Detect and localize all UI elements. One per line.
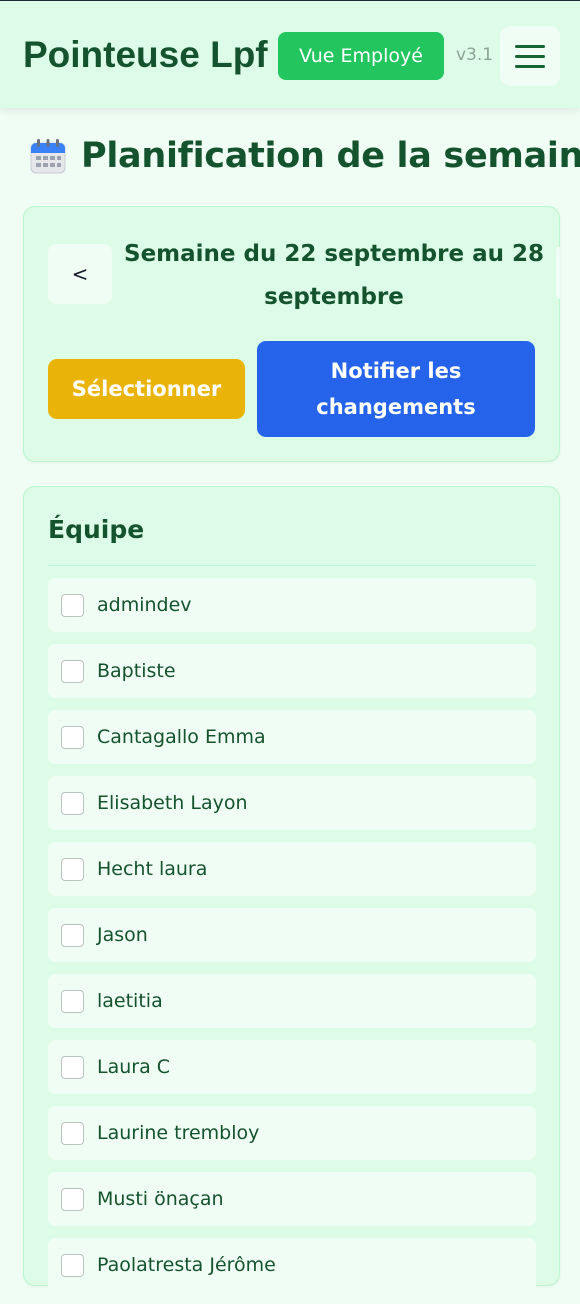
version-label: v3.1 [456,45,494,65]
member-checkbox[interactable] [61,1187,84,1211]
member-checkbox[interactable] [61,659,84,683]
calendar-icon [30,139,66,174]
member-name: Musti önaçan [97,1188,224,1210]
member-name: Paolatresta Jérôme [97,1254,276,1276]
member-checkbox[interactable] [61,725,84,749]
select-button[interactable]: Sélectionner [48,359,245,419]
next-week-button[interactable] [556,247,560,299]
member-checkbox[interactable] [61,1253,84,1277]
team-title: Équipe [48,515,145,544]
previous-week-button[interactable]: < [48,244,112,304]
team-card: Équipe admindev Baptiste Cantagallo Emma El… [23,486,560,1292]
team-member-item[interactable]: Baptiste [48,644,536,698]
week-range-label: Semaine du 22 septembre au 28 septembre [124,241,545,310]
notify-changes-button[interactable]: Notifier les changements [257,341,535,437]
member-name: Baptiste [97,660,176,682]
team-member-item[interactable]: Cantagallo Emma [48,710,536,764]
team-member-item[interactable]: Laura C [48,1040,536,1094]
hamburger-menu-icon [515,44,545,48]
member-checkbox[interactable] [61,1121,84,1145]
member-checkbox[interactable] [61,791,84,815]
team-member-item[interactable]: Paolatresta Jérôme [48,1238,536,1292]
team-member-item[interactable]: Musti önaçan [48,1172,536,1226]
page-heading: Planification de la semaine [29,136,580,176]
member-name: Laura C [97,1056,171,1078]
member-checkbox[interactable] [61,989,84,1013]
member-name: Jason [97,924,148,946]
member-name: admindev [97,594,192,616]
member-checkbox[interactable] [61,857,84,881]
employee-view-button[interactable]: Vue Employé [278,32,444,80]
team-member-item[interactable]: Elisabeth Layon [48,776,536,830]
team-member-item[interactable]: Jason [48,908,536,962]
member-name: Laurine trembloy [97,1122,260,1144]
member-checkbox[interactable] [61,1055,84,1079]
team-member-item[interactable]: Hecht laura [48,842,536,896]
page-title: Planification de la semaine [81,136,580,176]
member-checkbox[interactable] [61,593,84,617]
member-checkbox[interactable] [61,923,84,947]
team-list: admindev Baptiste Cantagallo Emma Elisabeth… [48,578,536,1304]
app-title: Pointeuse Lpf [23,34,268,75]
top-bar: Pointeuse Lpf Vue Employé v3.1 [0,0,580,108]
member-name: laetitia [97,990,163,1012]
team-member-item[interactable]: Laurine trembloy [48,1106,536,1160]
team-member-item[interactable]: laetitia [48,974,536,1028]
hamburger-menu-button[interactable] [500,26,560,86]
member-name: Elisabeth Layon [97,792,248,814]
week-navigation-card: < Semaine du 22 septembre au 28 septembr… [23,206,560,462]
divider [48,565,536,566]
member-name: Cantagallo Emma [97,726,266,748]
team-member-item[interactable]: admindev [48,578,536,632]
member-name: Hecht laura [97,858,208,880]
